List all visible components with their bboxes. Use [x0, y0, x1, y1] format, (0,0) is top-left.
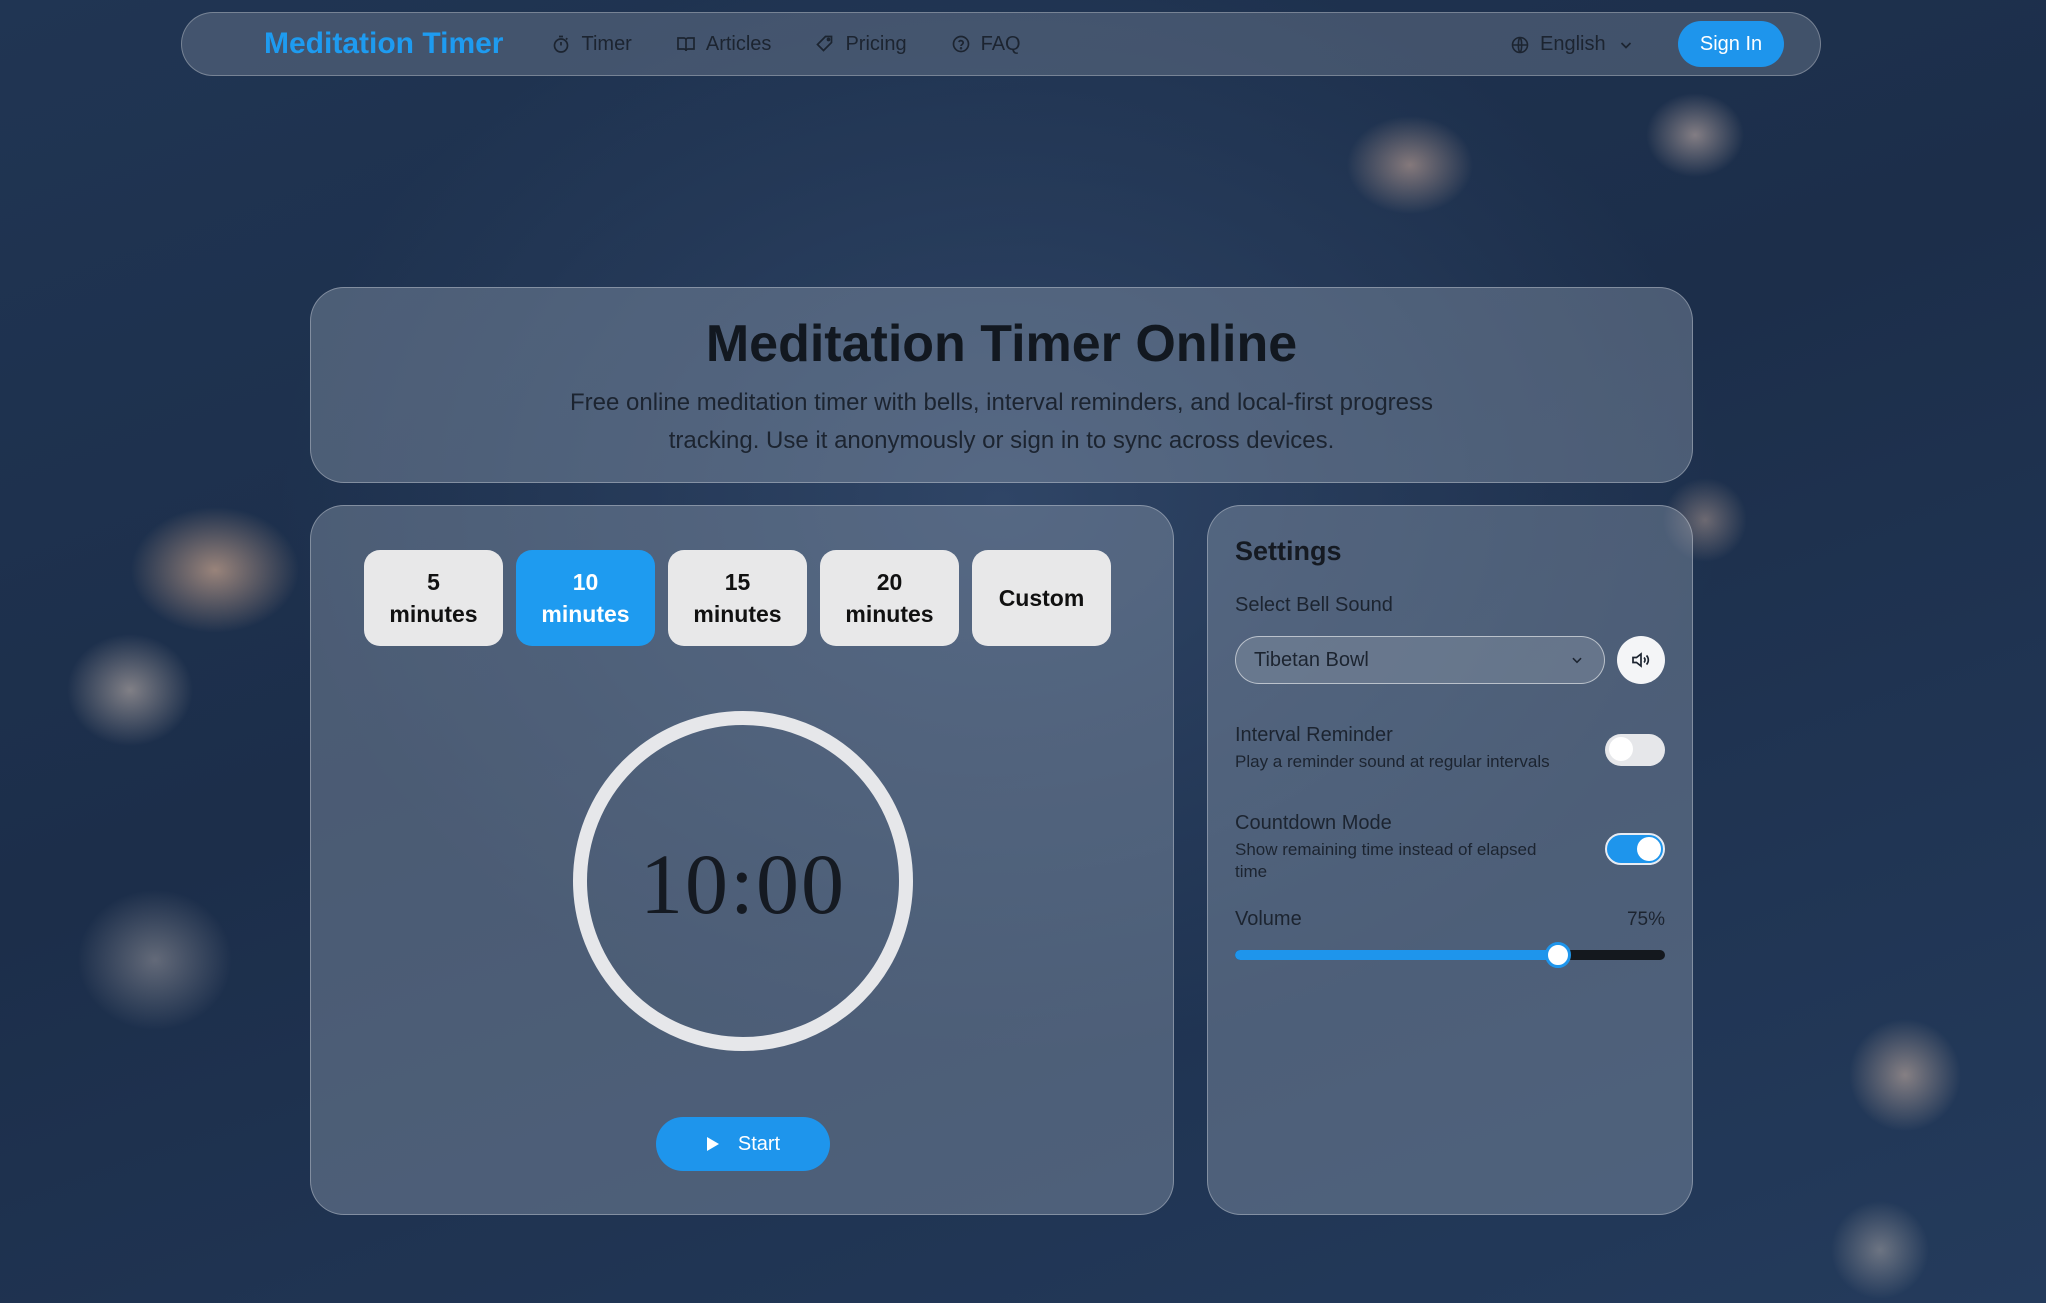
interval-reminder-toggle[interactable] [1605, 734, 1665, 766]
start-button[interactable]: Start [656, 1117, 830, 1171]
timer-panel: 5 minutes 10 minutes 15 minutes 20 minutes C… [310, 505, 1174, 1215]
duration-presets: 5 minutes 10 minutes 15 minutes 20 minutes C… [364, 550, 1111, 646]
countdown-mode-toggle[interactable] [1605, 833, 1665, 865]
nav-link-label: FAQ [980, 32, 1021, 55]
nav-link-articles[interactable]: Articles [676, 32, 772, 56]
nav-link-pricing[interactable]: Pricing [815, 32, 907, 56]
bell-sound-value: Tibetan Bowl [1254, 648, 1369, 671]
book-icon [677, 37, 695, 52]
interval-reminder-label: Interval Reminder [1235, 724, 1393, 746]
language-selector[interactable]: English [1510, 33, 1636, 56]
duration-10-button[interactable]: 10 minutes [516, 550, 655, 646]
toggle-knob [1609, 737, 1633, 761]
sign-in-button[interactable]: Sign In [1678, 21, 1784, 67]
duration-unit: minutes [389, 601, 478, 627]
duration-number: 15 [724, 569, 751, 595]
duration-unit: minutes [541, 601, 630, 627]
chevron-down-icon [1572, 657, 1582, 664]
page-title: Meditation Timer Online [705, 315, 1298, 373]
chevron-down-icon [1620, 41, 1631, 49]
bell-sound-select[interactable]: Tibetan Bowl [1235, 636, 1605, 684]
volume-slider-track[interactable] [1235, 950, 1665, 960]
volume-label: Volume [1235, 908, 1302, 930]
nav-link-label: Timer [581, 32, 632, 55]
nav-link-label: Pricing [845, 32, 907, 55]
nav-link-faq[interactable]: FAQ [951, 33, 1021, 56]
page-description: Free online meditation timer with bells,… [569, 389, 1433, 454]
duration-number: 20 [876, 569, 903, 595]
volume-slider-thumb[interactable] [1544, 942, 1571, 968]
countdown-mode-label: Countdown Mode [1235, 812, 1392, 834]
stopwatch-icon [554, 35, 569, 53]
interval-reminder-desc: Play a reminder sound at regular interva… [1235, 752, 1550, 771]
duration-5-button[interactable]: 5 minutes [364, 550, 503, 646]
nav-link-label: Articles [705, 32, 772, 55]
top-navbar: Meditation Timer Timer Articles Pricing … [181, 12, 1821, 76]
duration-unit: minutes [845, 601, 934, 627]
volume-slider-fill [1235, 950, 1558, 960]
duration-15-button[interactable]: 15 minutes [668, 550, 807, 646]
bell-sound-label: Select Bell Sound [1235, 594, 1393, 616]
help-circle-icon [952, 35, 969, 53]
globe-icon [1511, 36, 1529, 53]
duration-custom-button[interactable]: Custom [972, 550, 1111, 646]
tag-icon [816, 35, 833, 52]
volume-value: 75% [1626, 909, 1665, 930]
duration-label: Custom [998, 585, 1085, 611]
timer-display: 10:00 [640, 836, 846, 932]
preview-sound-button[interactable] [1617, 636, 1665, 684]
toggle-knob [1637, 837, 1661, 861]
speaker-icon [1632, 652, 1650, 668]
settings-panel: Settings Select Bell Sound Tibetan Bowl … [1207, 505, 1693, 1215]
countdown-mode-desc: Show remaining time instead of elapsed t… [1235, 840, 1537, 881]
duration-20-button[interactable]: 20 minutes [820, 550, 959, 646]
language-label: English [1540, 33, 1606, 55]
nav-link-timer[interactable]: Timer [551, 32, 632, 56]
duration-number: 10 [572, 569, 599, 595]
hero-section: Meditation Timer Online Free online medi… [310, 287, 1693, 483]
brand-logo[interactable]: Meditation Timer [264, 27, 503, 61]
settings-title: Settings [1235, 536, 1342, 566]
play-icon [706, 1137, 719, 1151]
start-label: Start [737, 1132, 781, 1155]
duration-number: 5 [427, 569, 440, 595]
nav-links: Timer Articles Pricing FAQ [551, 32, 1021, 56]
duration-unit: minutes [693, 601, 782, 627]
